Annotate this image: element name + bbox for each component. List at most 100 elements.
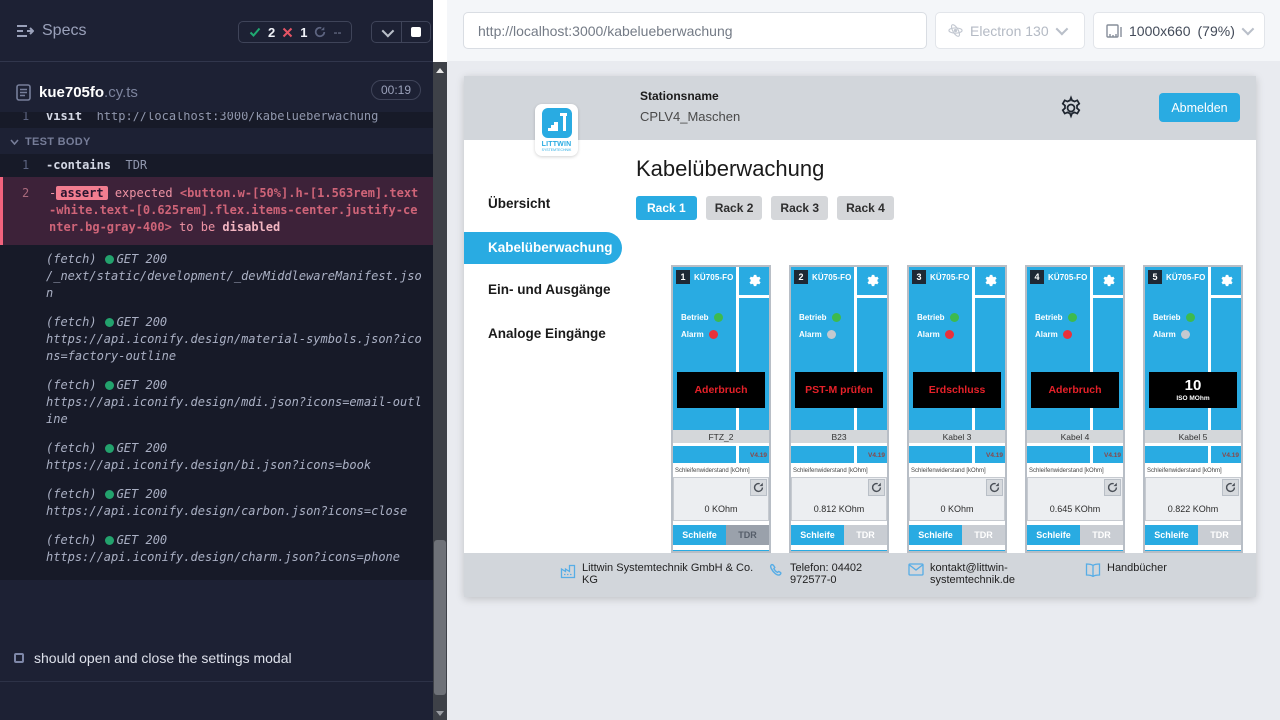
stop-icon (411, 27, 421, 37)
footer-manuals[interactable]: Handbücher (1107, 562, 1167, 577)
browser-select[interactable]: Electron 130 (935, 12, 1085, 49)
card-gear-icon[interactable] (982, 273, 998, 289)
rack-tab-3[interactable]: Rack 3 (771, 196, 828, 220)
pending-square-icon (14, 653, 24, 663)
pending-test-row[interactable]: should open and close the settings modal (0, 650, 433, 666)
measurement-label: Schleifenwiderstand [kOhm] (1147, 468, 1222, 474)
divider (0, 681, 433, 682)
rack-tab-1[interactable]: Rack 1 (636, 196, 697, 220)
command-contains[interactable]: 1 -contains TDR (0, 154, 433, 177)
chevron-down-icon (381, 24, 394, 37)
status-display: 10ISO MOhm (1149, 372, 1237, 408)
stop-run-button[interactable] (402, 22, 431, 42)
refresh-button[interactable] (1222, 479, 1239, 496)
collapse-chevron-icon (10, 139, 19, 145)
scrollbar-thumb[interactable] (434, 540, 446, 695)
command-log: 1 visit http://localhost:3000/kabelueber… (0, 112, 433, 580)
rack-tab-2[interactable]: Rack 2 (706, 196, 763, 220)
command-arg: TDR (125, 158, 147, 172)
tdr-button[interactable]: TDR (962, 525, 1005, 545)
measurement-box: 0 KOhm (909, 477, 1005, 521)
refresh-button[interactable] (986, 479, 1003, 496)
tdr-button[interactable]: TDR (726, 525, 769, 545)
firmware-version: V4.19 (868, 452, 885, 459)
sidebar-item-analoge-eingaenge[interactable]: Analoge Eingänge (464, 326, 628, 341)
app-main: Kabelüberwachung Rack 1 Rack 2 Rack 3 Ra… (628, 140, 1256, 553)
fetch-log-row[interactable]: (fetch)GET 200https://api.iconify.design… (0, 434, 433, 480)
test-body-section[interactable]: TEST BODY (0, 128, 433, 154)
fetch-log-row[interactable]: (fetch)GET 200https://api.iconify.design… (0, 371, 433, 434)
schleife-button[interactable]: Schleife (1145, 525, 1198, 545)
resistance-value: 0 KOhm (674, 504, 768, 514)
sidebar-item-kabelueberwachung[interactable]: Kabelüberwachung (464, 232, 622, 264)
status-display: Aderbruch (1031, 372, 1119, 408)
fetch-log-row[interactable]: (fetch)GET 200/_next/static/development/… (0, 245, 433, 308)
email-icon (908, 563, 924, 576)
measurement-box: 0.822 KOhm (1145, 477, 1241, 521)
schleife-button[interactable]: Schleife (791, 525, 844, 545)
electron-icon (948, 23, 963, 38)
alarm-led (827, 330, 836, 339)
cable-label: Kabel 4 (1027, 430, 1123, 443)
collapse-tests-button[interactable] (372, 22, 402, 42)
betrieb-label: Betrieb (681, 313, 709, 322)
failed-assert-row[interactable]: 2 -assert expected <button.w-[50%].h-[1.… (0, 177, 433, 245)
firmware-version: V4.19 (1222, 452, 1239, 459)
fetch-log-row[interactable]: (fetch)GET 200https://api.iconify.design… (0, 480, 433, 526)
tdr-button[interactable]: TDR (1198, 525, 1241, 545)
firmware-version: V4.19 (1104, 452, 1121, 459)
command-visit[interactable]: 1 visit http://localhost:3000/kabelueber… (0, 112, 433, 128)
book-icon (1085, 563, 1101, 577)
spec-file-row[interactable]: kue705fo .cy.ts 00:19 (0, 76, 433, 108)
spec-file-ext: .cy.ts (104, 84, 138, 101)
command-arg: http://localhost:3000/kabelueberwachung (97, 112, 379, 123)
footer-email: kontakt@littwin-systemtechnik.de (930, 562, 1058, 586)
refresh-button[interactable] (1104, 479, 1121, 496)
rack-tab-4[interactable]: Rack 4 (837, 196, 894, 220)
card-gear-icon[interactable] (1218, 273, 1234, 289)
viewport-info[interactable]: 1000x660 (79%) (1093, 12, 1265, 49)
tdr-button[interactable]: TDR (1080, 525, 1123, 545)
sidebar-item-uebersicht[interactable]: Übersicht (464, 196, 628, 211)
card-number: 2 (794, 270, 808, 284)
card-gear-icon[interactable] (864, 273, 880, 289)
measurement-label: Schleifenwiderstand [kOhm] (675, 468, 750, 474)
alarm-led (709, 330, 718, 339)
viewport-zoom: (79%) (1198, 23, 1235, 39)
fetch-log-row[interactable]: (fetch)GET 200https://api.iconify.design… (0, 526, 433, 572)
fetch-log-row[interactable]: (fetch)GET 200https://api.iconify.design… (0, 308, 433, 371)
device-cards: 1KÜ705-FOBetriebAlarmAderbruchFTZ_2V4.19… (671, 265, 1243, 553)
tdr-button[interactable]: TDR (844, 525, 887, 545)
url-input[interactable] (463, 12, 927, 49)
card-gear-icon[interactable] (746, 273, 762, 289)
schleife-button[interactable]: Schleife (1027, 525, 1080, 545)
status-dot (105, 255, 114, 264)
schleife-button[interactable]: Schleife (909, 525, 962, 545)
resistance-value: 0.645 KOhm (1028, 504, 1122, 514)
scroll-up-icon[interactable] (436, 68, 444, 73)
chevron-down-icon (1241, 23, 1254, 36)
settings-gear-icon[interactable] (1058, 95, 1084, 121)
logout-button[interactable]: Abmelden (1159, 93, 1240, 122)
status-dot (105, 444, 114, 453)
schleife-button[interactable]: Schleife (673, 525, 726, 545)
measurement-box: 0.812 KOhm (791, 477, 887, 521)
status-display: Erdschluss (913, 372, 1001, 408)
refresh-button[interactable] (750, 479, 767, 496)
betrieb-label: Betrieb (799, 313, 827, 322)
pending-refresh-icon (314, 26, 326, 38)
card-gear-icon[interactable] (1100, 273, 1116, 289)
betrieb-led (950, 313, 959, 322)
alarm-label: Alarm (1153, 330, 1176, 339)
spec-file-icon (16, 84, 31, 101)
specs-menu-button[interactable]: Specs (16, 22, 86, 40)
sidebar-item-ein-und-ausgaenge[interactable]: Ein- und Ausgänge (464, 282, 628, 297)
reporter-scrollbar[interactable] (433, 62, 447, 720)
station-name-label: Stationsname (640, 89, 740, 103)
alarm-label: Alarm (681, 330, 704, 339)
refresh-button[interactable] (868, 479, 885, 496)
viewport-size: 1000x660 (1129, 23, 1191, 39)
device-card-3: 3KÜ705-FOBetriebAlarmErdschlussKabel 3V4… (907, 265, 1007, 553)
scroll-down-icon[interactable] (436, 711, 444, 716)
device-model: KÜ705-FO (930, 273, 969, 282)
